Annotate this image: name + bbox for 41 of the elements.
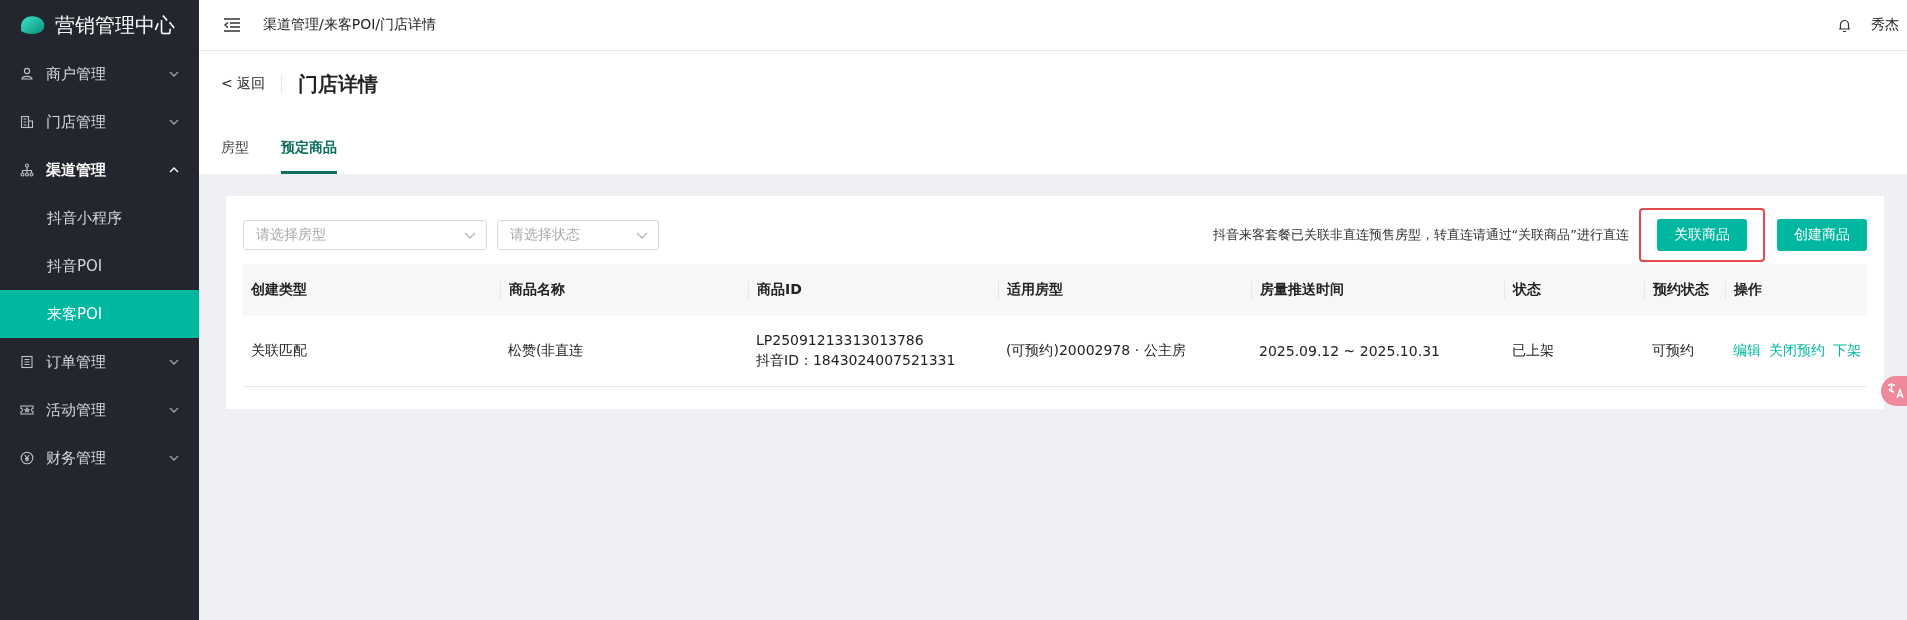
nav-item[interactable]: 订单管理 <box>0 338 199 386</box>
column-header: 商品ID <box>757 281 802 297</box>
nav-subitem[interactable]: 抖音小程序 <box>0 194 199 242</box>
chevron-down-icon <box>169 407 179 413</box>
nav-item[interactable]: 活动管理 <box>0 386 199 434</box>
column-header: 状态 <box>1513 281 1541 297</box>
table-cell: 2025.09.12 ~ 2025.10.31 <box>1259 343 1440 359</box>
nav-item[interactable]: 门店管理 <box>0 98 199 146</box>
breadcrumb: 渠道管理/来客POI/门店详情 <box>263 16 437 34</box>
notification-icon[interactable] <box>1838 17 1851 33</box>
column-header: 适用房型 <box>1007 281 1063 297</box>
table-cell-text: 抖音ID：1843024007521331 <box>756 352 957 370</box>
chevron-down-icon <box>636 231 648 239</box>
table-cell: 已上架 <box>1512 342 1554 358</box>
column-header: 商品名称 <box>509 281 565 297</box>
chevron-down-icon <box>169 119 179 125</box>
table-cell: (可预约)20002978 · 公主房 <box>1006 342 1186 358</box>
tab[interactable]: 房型 <box>221 139 249 174</box>
tab[interactable]: 预定商品 <box>281 139 337 174</box>
chevron-down-icon <box>169 71 179 77</box>
notice-text: 抖音来客套餐已关联非直连预售房型，转直连请通过“关联商品”进行直连 <box>1212 226 1629 244</box>
table-cell-text: LP25091213313013786 <box>756 332 925 348</box>
nav-item[interactable]: 渠道管理 <box>0 146 199 194</box>
table-cell: 松赞(非直连 <box>508 342 584 358</box>
nav-item[interactable]: 财务管理 <box>0 434 199 482</box>
column-header: 创建类型 <box>251 281 307 297</box>
back-link[interactable]: < 返回 <box>221 75 266 93</box>
chevron-down-icon <box>169 455 179 461</box>
app-title: 营销管理中心 <box>55 11 175 39</box>
table-cell: 关联匹配 <box>251 342 307 358</box>
chevron-down-icon <box>464 231 476 239</box>
nav-subitem[interactable]: 抖音POI <box>0 242 199 290</box>
chevron-down-icon <box>169 359 179 365</box>
column-header: 房量推送时间 <box>1260 281 1344 297</box>
page-title: 门店详情 <box>298 70 379 98</box>
chevron-up-icon <box>169 167 179 173</box>
table-cell: 可预约 <box>1652 342 1694 358</box>
column-header: 操作 <box>1734 281 1762 297</box>
column-header: 预约状态 <box>1653 281 1709 297</box>
user-name[interactable]: 秀杰 <box>1871 16 1899 34</box>
nav-item[interactable]: 商户管理 <box>0 50 199 98</box>
